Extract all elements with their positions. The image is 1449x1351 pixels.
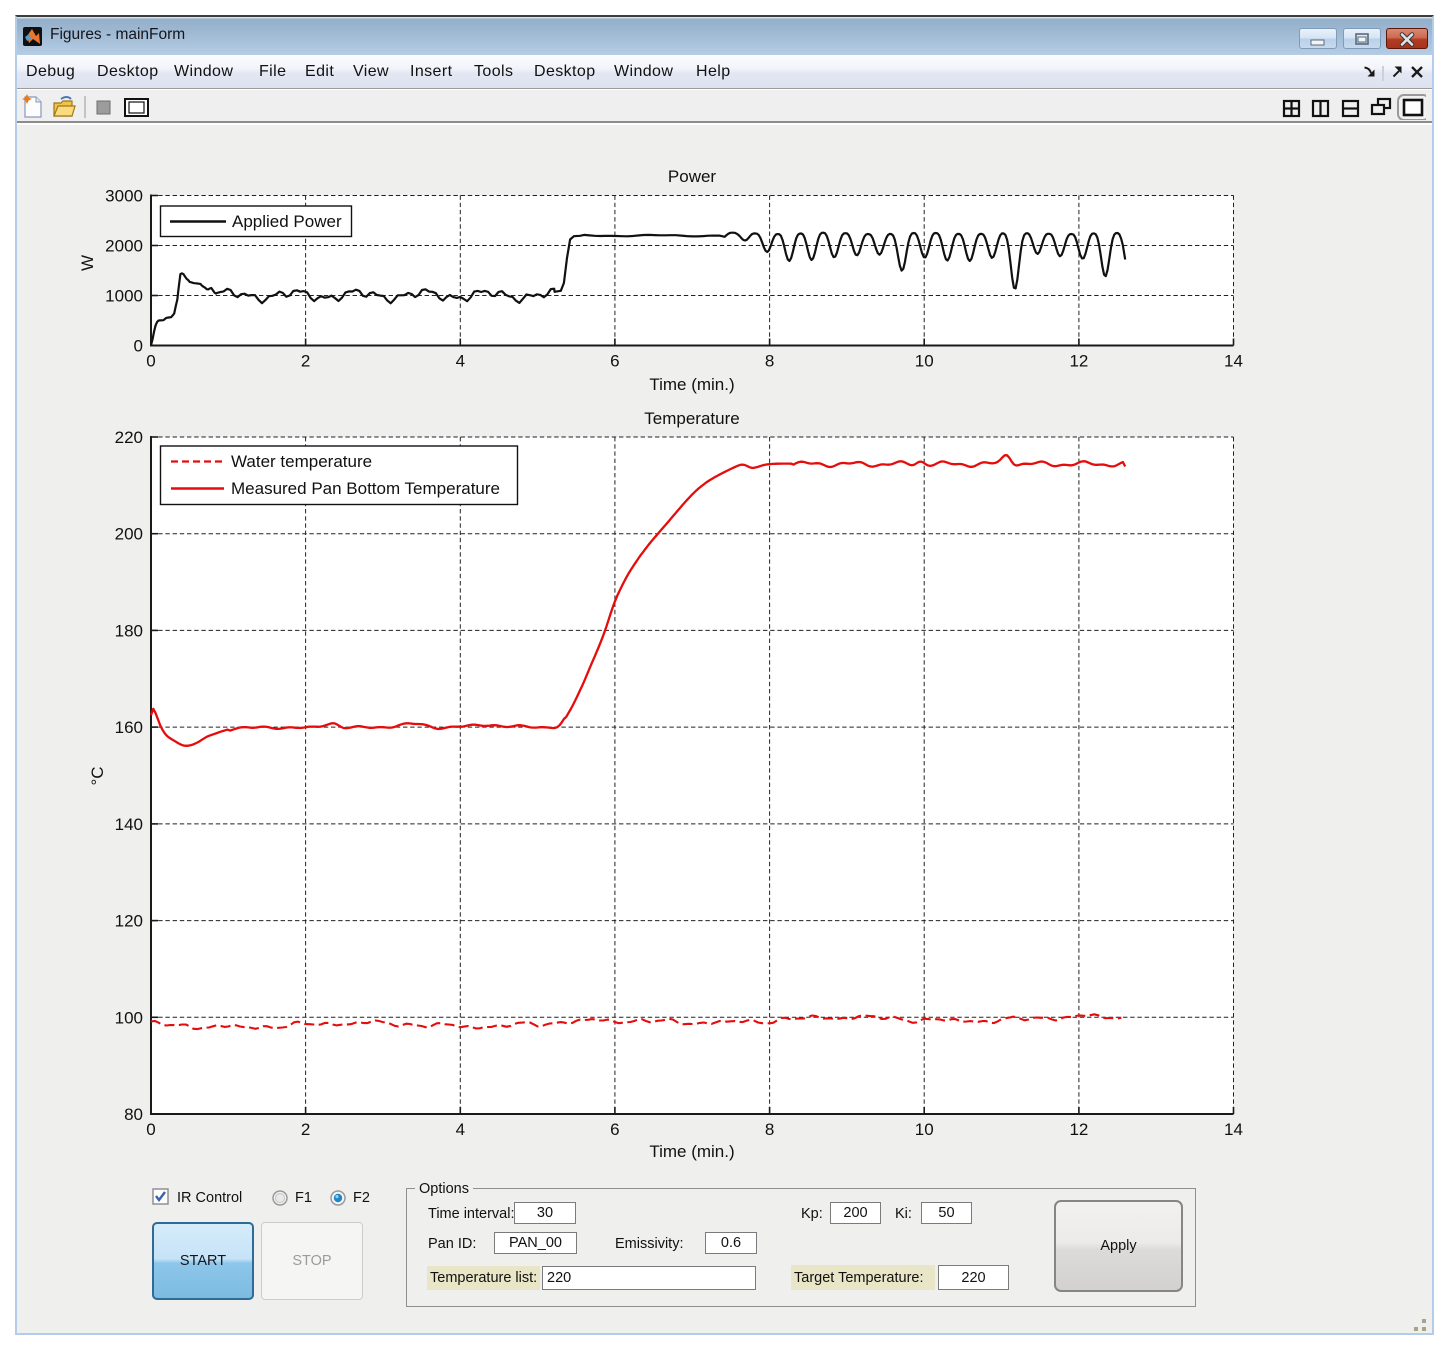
svg-text:W: W — [78, 255, 97, 271]
svg-text:8: 8 — [765, 1120, 774, 1139]
svg-text:10: 10 — [915, 352, 934, 371]
svg-text:4: 4 — [456, 1120, 465, 1139]
svg-text:Temperature: Temperature — [644, 409, 739, 428]
svg-text:12: 12 — [1069, 352, 1088, 371]
svg-text:Power: Power — [668, 167, 717, 186]
svg-text:2: 2 — [301, 1120, 310, 1139]
svg-text:0: 0 — [134, 337, 143, 356]
svg-text:Water temperature: Water temperature — [231, 452, 372, 471]
svg-text:1000: 1000 — [105, 287, 143, 306]
svg-text:140: 140 — [115, 815, 143, 834]
svg-text:Time (min.): Time (min.) — [649, 375, 734, 394]
svg-text:2: 2 — [301, 352, 310, 371]
svg-text:200: 200 — [115, 525, 143, 544]
svg-text:0: 0 — [146, 352, 155, 371]
svg-text:80: 80 — [124, 1105, 143, 1124]
svg-text:12: 12 — [1069, 1120, 1088, 1139]
svg-text:14: 14 — [1224, 1120, 1243, 1139]
svg-text:180: 180 — [115, 621, 143, 640]
svg-text:100: 100 — [115, 1008, 143, 1027]
svg-text:Applied Power: Applied Power — [232, 212, 342, 231]
svg-text:10: 10 — [915, 1120, 934, 1139]
svg-text:Time (min.): Time (min.) — [649, 1142, 734, 1161]
svg-text:6: 6 — [610, 1120, 619, 1139]
svg-text:220: 220 — [115, 428, 143, 447]
svg-text:8: 8 — [765, 352, 774, 371]
svg-text:4: 4 — [456, 352, 465, 371]
svg-text:160: 160 — [115, 718, 143, 737]
svg-text:120: 120 — [115, 912, 143, 931]
svg-text:3000: 3000 — [105, 187, 143, 206]
svg-text:6: 6 — [610, 352, 619, 371]
svg-text:°C: °C — [88, 766, 107, 785]
svg-text:Measured Pan Bottom Temperatur: Measured Pan Bottom Temperature — [231, 479, 500, 498]
svg-text:0: 0 — [146, 1120, 155, 1139]
svg-text:2000: 2000 — [105, 237, 143, 256]
svg-text:14: 14 — [1224, 352, 1243, 371]
